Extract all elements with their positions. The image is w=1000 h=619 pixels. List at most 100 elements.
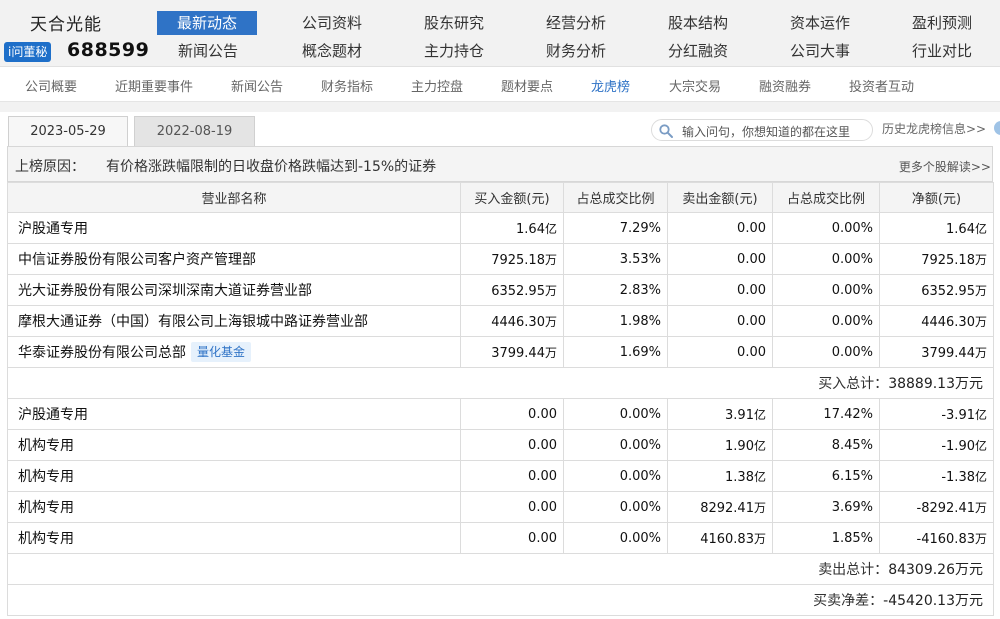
search-input[interactable]: 输入问句，你想知道的都在这里 [651,119,873,141]
net-amount-value: 6352.95 [921,283,975,299]
sell-amount-cell: 1.90亿 [667,429,773,461]
buy-amount-unit: 万 [544,252,557,267]
subnav-main-control[interactable]: 主力控盘 [411,76,463,95]
buy-amount-value: 0.00 [528,530,557,546]
buy-ratio-value: 1.98% [619,313,661,329]
sell-ratio-cell: 8.45% [772,429,880,461]
stock-name: 天合光能 [30,15,102,35]
subnav-dragon-tiger[interactable]: 龙虎榜 [591,76,630,95]
sell-amount-unit: 亿 [753,407,766,422]
reason-text: 有价格涨跌幅限制的日收盘价格跌幅达到-15%的证券 [106,159,437,175]
col-header-buy-ratio: 占总成交比例 [563,182,668,213]
buy-ratio-value: 0.00% [619,406,661,422]
net-amount-value: -3.91 [941,407,975,423]
stock-code: 688599 [67,39,150,61]
nav-company-profile[interactable]: 公司资料 [271,11,393,35]
buy-ratio-cell: 0.00% [563,429,668,461]
sell-ratio-value: 6.15% [831,468,873,484]
subnav-margin-trading[interactable]: 融资融券 [759,76,811,95]
history-dragon-tiger-link[interactable]: 历史龙虎榜信息>> [882,120,986,137]
branch-name-link[interactable]: 中信证券股份有限公司客户资产管理部 [18,252,256,268]
net-amount-cell: -1.90亿 [879,429,994,461]
buy-total-row: 买入总计：38889.13万元 [7,367,994,399]
subnav-investor-interaction[interactable]: 投资者互动 [849,76,914,95]
nav-industry-comparison[interactable]: 行业对比 [881,39,1000,63]
subnav-block-trade[interactable]: 大宗交易 [669,76,721,95]
branch-name-link[interactable]: 华泰证券股份有限公司总部 [18,345,186,361]
nav-main-holdings[interactable]: 主力持仓 [393,39,515,63]
branch-name-link[interactable]: 沪股通专用 [18,407,88,423]
nav-news-announcements[interactable]: 新闻公告 [147,39,269,63]
buy-ratio-value: 3.53% [619,251,661,267]
nav-capital-operation[interactable]: 资本运作 [759,11,881,35]
nav-company-events[interactable]: 公司大事 [759,39,881,63]
sell-amount-value: 1.38 [725,469,754,485]
buy-amount-value: 0.00 [528,468,557,484]
net-amount-unit: 亿 [974,221,987,236]
date-tab-2022-08-19[interactable]: 2022-08-19 [134,116,255,146]
sell-table-row: 机构专用 0.00 0.00% 1.90亿 8.45% -1.90亿 [7,429,994,461]
net-amount-unit: 万 [974,283,987,298]
more-analysis-link[interactable]: 更多个股解读>> [899,158,991,175]
sell-ratio-value: 0.00% [831,220,873,236]
net-amount-unit: 万 [974,531,987,546]
subnav-company-overview[interactable]: 公司概要 [25,76,77,95]
buy-amount-unit: 万 [544,314,557,329]
subnav-news[interactable]: 新闻公告 [231,76,283,95]
reason-label: 上榜原因： [15,159,85,175]
buy-ratio-value: 2.83% [619,282,661,298]
buy-amount-cell: 4446.30万 [460,305,564,337]
net-amount-cell: -1.38亿 [879,460,994,492]
branch-name-cell: 华泰证券股份有限公司总部 量化基金 [7,336,461,368]
buy-ratio-cell: 0.00% [563,522,668,554]
buy-ratio-value: 0.00% [619,530,661,546]
nav-equity-structure[interactable]: 股本结构 [637,11,759,35]
sell-ratio-value: 0.00% [831,313,873,329]
branch-name-link[interactable]: 机构专用 [18,469,74,485]
buy-total-label: 买入总计： [818,376,889,392]
nav-operation-analysis[interactable]: 经营分析 [515,11,637,35]
net-amount-unit: 亿 [974,407,987,422]
sell-amount-cell: 0.00 [667,305,773,337]
buy-ratio-cell: 0.00% [563,460,668,492]
sell-amount-value: 0.00 [737,313,766,329]
net-amount-cell: 4446.30万 [879,305,994,337]
nav-dividend-financing[interactable]: 分红融资 [637,39,759,63]
date-tab-2023-05-29[interactable]: 2023-05-29 [8,116,128,146]
sell-amount-cell: 0.00 [667,336,773,368]
nav-financial-analysis[interactable]: 财务分析 [515,39,637,63]
branch-name-link[interactable]: 机构专用 [18,531,74,547]
branch-name-link[interactable]: 沪股通专用 [18,221,88,237]
branch-name-cell: 中信证券股份有限公司客户资产管理部 [7,243,461,275]
sell-ratio-value: 3.69% [831,499,873,515]
sell-amount-cell: 4160.83万 [667,522,773,554]
net-amount-value: 3799.44 [921,345,975,361]
subnav-theme-points[interactable]: 题材要点 [501,76,553,95]
nav-shareholder-research[interactable]: 股东研究 [393,11,515,35]
scroll-right-button[interactable] [994,121,1000,135]
buy-ratio-cell: 1.69% [563,336,668,368]
subnav-recent-events[interactable]: 近期重要事件 [115,76,193,95]
net-amount-value: -8292.41 [916,500,975,516]
buy-ratio-cell: 0.00% [563,491,668,523]
net-amount-cell: 7925.18万 [879,243,994,275]
nav-earnings-forecast[interactable]: 盈利预测 [881,11,1000,35]
branch-name-link[interactable]: 光大证券股份有限公司深圳深南大道证券营业部 [18,283,312,299]
net-amount-value: 1.64 [946,221,975,237]
nav-concept-theme[interactable]: 概念题材 [271,39,393,63]
buy-ratio-value: 0.00% [619,468,661,484]
ask-secretary-badge[interactable]: i问董秘 [4,42,52,62]
net-amount-cell: 3799.44万 [879,336,994,368]
branch-name-link[interactable]: 机构专用 [18,438,74,454]
branch-name-link[interactable]: 摩根大通证券（中国）有限公司上海银城中路证券营业部 [18,314,368,330]
net-amount-unit: 万 [974,345,987,360]
col-header-branch: 营业部名称 [7,182,461,213]
net-total-label: 买卖净差： [813,593,884,609]
buy-total-cell: 买入总计：38889.13万元 [7,367,994,399]
branch-name-link[interactable]: 机构专用 [18,500,74,516]
branch-name-cell: 机构专用 [7,429,461,461]
buy-amount-value: 7925.18 [491,252,545,268]
nav-latest-news[interactable]: 最新动态 [157,11,257,35]
subnav-financial-indicators[interactable]: 财务指标 [321,76,373,95]
quant-fund-tag[interactable]: 量化基金 [191,342,252,362]
